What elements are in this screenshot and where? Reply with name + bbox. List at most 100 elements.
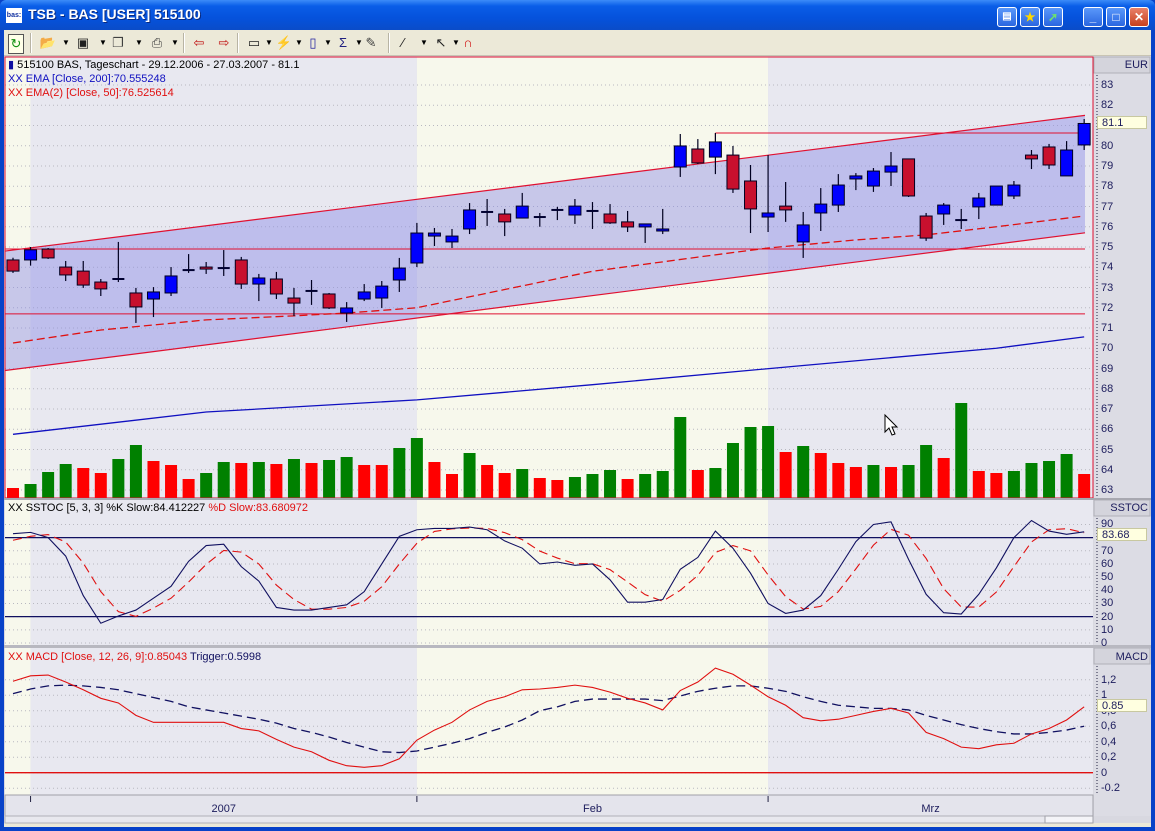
volume-bar	[270, 464, 283, 498]
sstoc-tick-label: 40	[1101, 584, 1114, 597]
volume-bar	[305, 463, 318, 498]
candle-body	[463, 209, 477, 230]
candle-body	[445, 235, 459, 243]
volume-bar	[165, 465, 178, 498]
price-tick-label: 71	[1101, 322, 1114, 334]
last-price-tag: 81.1	[1097, 116, 1147, 129]
price-tick-label: 79	[1101, 160, 1114, 172]
candle-body	[6, 259, 20, 272]
volume-bar	[920, 445, 933, 498]
volume-bar	[446, 474, 458, 498]
volume-bar	[252, 462, 265, 498]
chart-canvas[interactable]	[0, 0, 1155, 831]
volume-bar	[463, 453, 476, 498]
candle	[6, 257, 20, 273]
price-tick-label: 63	[1101, 484, 1114, 496]
candle-body	[989, 185, 1003, 206]
scrollbar-thumb[interactable]	[1044, 815, 1094, 824]
chart-header: ▮ 515100 BAS, Tageschart - 29.12.2006 - …	[8, 59, 299, 72]
volume-bar	[24, 484, 37, 498]
candle-body	[1077, 122, 1091, 146]
volume-bar	[691, 470, 704, 498]
candle-body	[234, 259, 248, 285]
candle-body	[1042, 146, 1056, 166]
sstoc-tick-label: 50	[1101, 571, 1114, 584]
volume-bar	[762, 426, 775, 498]
sstoc-d-label: %D Slow:83.680972	[208, 502, 309, 514]
last-macd-tag: 0.85	[1097, 699, 1147, 712]
volume-bar	[604, 470, 617, 498]
price-tick-label: 65	[1101, 443, 1114, 456]
candle-body	[41, 248, 55, 259]
candle-body	[761, 212, 775, 218]
volume-bar	[129, 445, 142, 498]
volume-bar	[42, 472, 55, 498]
candle-body	[937, 204, 951, 215]
volume-bar	[1060, 454, 1073, 498]
ema50-legend[interactable]: XX EMA(2) [Close, 50]:76.525614	[8, 87, 174, 100]
volume-bar	[59, 464, 72, 498]
candle-body	[1060, 149, 1074, 177]
sstoc-legend[interactable]: XX SSTOC [5, 3, 3] %K Slow:84.412227 %D …	[8, 502, 308, 515]
candle-body	[94, 281, 108, 290]
candle-body	[708, 141, 722, 158]
candle-body	[252, 277, 266, 285]
ema200-legend[interactable]: XX EMA [Close, 200]:70.555248	[8, 73, 166, 86]
candle-body	[515, 205, 529, 219]
candle-body	[410, 232, 424, 264]
sstoc-tick-label: 70	[1101, 544, 1114, 557]
pane-separator	[4, 498, 1151, 500]
sstoc-tick-label: 20	[1101, 610, 1114, 623]
candle	[989, 185, 1003, 206]
price-tick-label: 75	[1101, 241, 1114, 253]
chart-header-text: 515100 BAS, Tageschart - 29.12.2006 - 27…	[17, 59, 300, 71]
candle-body	[59, 266, 73, 276]
volume-bar	[674, 417, 687, 498]
candle-body	[726, 154, 740, 190]
price-tick-label: 83	[1101, 79, 1114, 91]
volume-bar	[7, 488, 19, 498]
candle-body	[498, 213, 512, 223]
trigger-label: Trigger:0.5998	[190, 651, 262, 663]
stoc-month-band	[416, 500, 769, 645]
candle	[322, 292, 336, 309]
candle-body	[1007, 184, 1021, 197]
candle-body	[357, 291, 371, 300]
volume-bar	[726, 443, 739, 498]
volume-bar	[937, 458, 950, 498]
candle-body	[779, 205, 793, 211]
candle-body	[322, 293, 336, 309]
price-tick-label: 76	[1101, 220, 1114, 233]
candle-body	[603, 213, 617, 224]
sstoc-k-label: XX SSTOC [5, 3, 3] %K Slow:84.412227	[8, 502, 206, 514]
candle-body	[744, 180, 758, 210]
volume-bar	[393, 448, 406, 498]
price-tick-label: 68	[1101, 382, 1114, 395]
candle-body	[673, 145, 687, 168]
volume-bar	[410, 438, 423, 498]
volume-bar	[1025, 463, 1038, 498]
volume-bar	[147, 461, 160, 498]
volume-bar	[217, 462, 230, 498]
volume-bar	[885, 467, 897, 498]
volume-bar	[428, 462, 441, 498]
volume-bar	[200, 473, 213, 498]
volume-bar	[1078, 474, 1091, 498]
volume-bar	[639, 474, 652, 498]
pane-separator	[4, 645, 1151, 648]
horizontal-scrollbar[interactable]	[4, 815, 1094, 824]
sstoc-tick-label: 60	[1101, 557, 1114, 570]
sstoc-tick-label: 10	[1101, 623, 1114, 636]
volume-bar	[902, 465, 915, 498]
macd-tick-label: 0,6	[1101, 720, 1117, 733]
volume-bar	[832, 463, 845, 498]
volume-bar	[323, 460, 336, 498]
macd-legend[interactable]: XX MACD [Close, 12, 26, 9]:0.85043 Trigg…	[8, 651, 261, 664]
candle-body	[146, 291, 160, 300]
price-tick-label: 64	[1101, 463, 1114, 476]
volume-bar	[955, 403, 968, 498]
volume-bar	[867, 465, 880, 498]
candle-body	[24, 249, 38, 261]
volume-bar	[586, 474, 599, 498]
candle-body	[796, 224, 810, 243]
